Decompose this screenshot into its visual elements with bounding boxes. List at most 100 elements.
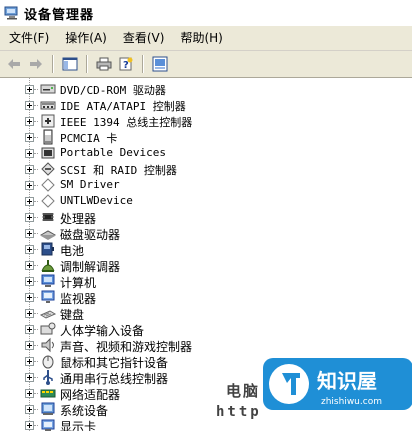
expand-toggle[interactable] <box>25 85 34 94</box>
help-icon: ? <box>119 57 133 71</box>
tree-item[interactable]: 人体学输入设备 <box>0 321 412 338</box>
properties-button[interactable] <box>149 53 171 75</box>
tree-item-label: Portable Devices <box>60 146 166 159</box>
forward-arrow-icon <box>30 59 42 69</box>
tree-item[interactable]: 监视器 <box>0 289 412 306</box>
tree-item-label: DVD/CD-ROM 驱动器 <box>60 84 166 97</box>
keyboard-icon <box>40 310 56 319</box>
expand-toggle[interactable] <box>25 341 34 350</box>
tree-item[interactable]: SM Driver <box>0 177 412 193</box>
tree-connector <box>34 265 38 266</box>
tree-item[interactable]: 显示卡 <box>0 417 412 431</box>
menu-action[interactable]: 操作(A) <box>57 26 115 50</box>
expand-toggle[interactable] <box>25 229 34 238</box>
expand-toggle[interactable] <box>25 389 34 398</box>
print-button[interactable] <box>93 53 115 75</box>
expand-toggle[interactable] <box>25 325 34 334</box>
tree-connector <box>34 137 38 138</box>
tree-connector <box>34 169 38 170</box>
console-tree-icon <box>62 57 78 71</box>
expand-toggle[interactable] <box>25 213 34 222</box>
display-adapter-icon <box>41 419 55 431</box>
mouse-icon <box>42 355 54 369</box>
tree-item[interactable]: Portable Devices <box>0 145 412 161</box>
modem-icon <box>41 260 55 272</box>
tree-item[interactable]: 调制解调器 <box>0 257 412 274</box>
expand-toggle[interactable] <box>25 117 34 126</box>
diamond-icon <box>41 178 55 192</box>
tree-connector <box>34 329 38 330</box>
expand-toggle[interactable] <box>25 277 34 286</box>
tree-item[interactable]: SCSI 和 RAID 控制器 <box>0 161 412 177</box>
expand-toggle[interactable] <box>25 181 34 190</box>
tree-item[interactable]: IDE ATA/ATAPI 控制器 <box>0 97 412 113</box>
expand-toggle[interactable] <box>25 309 34 318</box>
tree-item[interactable]: 电池 <box>0 241 412 258</box>
expand-toggle[interactable] <box>25 149 34 158</box>
computer-icon <box>41 274 55 287</box>
diamond-icon <box>41 194 55 208</box>
expand-toggle[interactable] <box>25 293 34 302</box>
menu-help[interactable]: 帮助(H) <box>172 26 230 50</box>
tree-item-label: PCMCIA 卡 <box>60 132 118 145</box>
expand-toggle[interactable] <box>25 165 34 174</box>
expand-toggle[interactable] <box>25 421 34 430</box>
tree-item[interactable]: 磁盘驱动器 <box>0 225 412 242</box>
tree-connector <box>34 121 38 122</box>
zhishiwu-logo: 知识屋 zhishiwu.com <box>263 358 412 410</box>
device-manager-icon <box>4 6 18 20</box>
tree-connector <box>34 297 38 298</box>
svg-text:?: ? <box>123 60 129 71</box>
menu-bar: 文件(F) 操作(A) 查看(V) 帮助(H) <box>0 26 412 51</box>
help-button[interactable]: ? <box>115 53 137 75</box>
expand-toggle[interactable] <box>25 373 34 382</box>
expand-toggle[interactable] <box>25 405 34 414</box>
forward-button[interactable] <box>25 53 47 75</box>
svg-text:zhishiwu.com: zhishiwu.com <box>321 397 382 407</box>
disk-drive-icon <box>40 230 56 240</box>
tree-connector <box>34 313 38 314</box>
tree-item[interactable]: UNTLWDevice <box>0 193 412 209</box>
tree-connector <box>34 377 38 378</box>
tree-connector <box>34 105 38 106</box>
tree-connector <box>34 281 38 282</box>
tree-connector <box>34 249 38 250</box>
tree-item-label: 显示卡 <box>60 420 97 431</box>
tree-item[interactable]: DVD/CD-ROM 驱动器 <box>0 81 412 97</box>
monitor-icon <box>41 290 55 303</box>
ieee1394-icon <box>41 114 55 128</box>
expand-toggle[interactable] <box>25 133 34 142</box>
tree-connector <box>34 409 38 410</box>
expand-toggle[interactable] <box>25 357 34 366</box>
menu-file[interactable]: 文件(F) <box>0 26 57 50</box>
tree-connector <box>34 425 38 426</box>
expand-toggle[interactable] <box>25 101 34 110</box>
tree-item[interactable]: 键盘 <box>0 305 412 322</box>
tree-connector <box>34 361 38 362</box>
tree-item[interactable]: PCMCIA 卡 <box>0 129 412 145</box>
portable-device-icon <box>41 147 55 159</box>
ide-controller-icon <box>40 101 56 110</box>
battery-icon <box>41 242 54 256</box>
tree-connector <box>34 153 38 154</box>
print-icon <box>96 57 112 71</box>
tree-item-label: UNTLWDevice <box>60 194 133 207</box>
tree-item[interactable]: 计算机 <box>0 273 412 290</box>
hid-icon <box>40 322 56 335</box>
expand-toggle[interactable] <box>25 245 34 254</box>
cdrom-icon <box>40 84 56 94</box>
properties-icon <box>152 56 168 72</box>
console-tree-button[interactable] <box>59 53 81 75</box>
scsi-icon <box>41 162 55 176</box>
tree-item[interactable]: 处理器 <box>0 209 412 226</box>
toolbar: ? <box>0 51 412 78</box>
usb-icon <box>43 370 53 385</box>
expand-toggle[interactable] <box>25 261 34 270</box>
expand-toggle[interactable] <box>25 197 34 206</box>
tree-connector <box>34 89 38 90</box>
watermark-url: http <box>216 404 262 420</box>
tree-item[interactable]: IEEE 1394 总线主控制器 <box>0 113 412 129</box>
back-button[interactable] <box>3 53 25 75</box>
pcmcia-icon <box>43 129 53 145</box>
menu-view[interactable]: 查看(V) <box>115 26 173 50</box>
